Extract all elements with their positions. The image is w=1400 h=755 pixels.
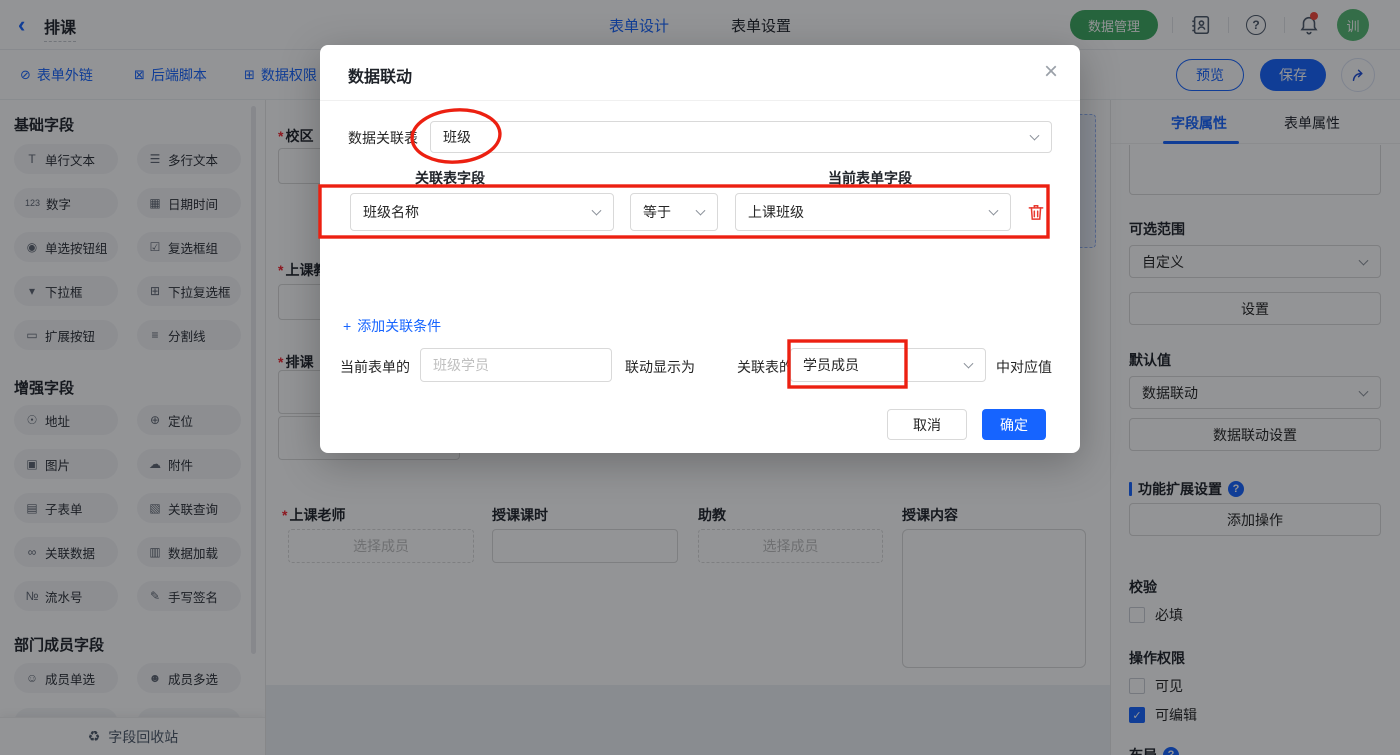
add-condition-link[interactable]: + 添加关联条件: [343, 316, 441, 336]
delete-condition-icon[interactable]: [1026, 202, 1046, 227]
related-table-select[interactable]: 班级: [430, 121, 1052, 153]
cancel-button[interactable]: 取消: [887, 409, 967, 440]
mapping-middle-label: 联动显示为: [625, 359, 695, 375]
chevron-down-icon: [988, 205, 999, 216]
chevron-down-icon: [963, 358, 974, 369]
column-header-related-field: 关联表字段: [415, 170, 485, 186]
modal-title: 数据联动: [348, 69, 413, 86]
chevron-down-icon: [695, 205, 706, 216]
condition-target-select[interactable]: 上课班级: [735, 193, 1011, 231]
condition-field-select[interactable]: 班级名称: [350, 193, 614, 231]
plus-icon: +: [343, 318, 352, 334]
modal-header: 数据联动 ×: [320, 45, 1080, 101]
close-icon[interactable]: ×: [1044, 59, 1058, 85]
column-header-current-field: 当前表单字段: [828, 170, 912, 186]
chevron-down-icon: [1029, 130, 1040, 141]
confirm-button[interactable]: 确定: [982, 409, 1046, 440]
chevron-down-icon: [591, 205, 602, 216]
condition-operator-select[interactable]: 等于: [630, 193, 718, 231]
mapping-prefix-label: 当前表单的: [340, 359, 410, 375]
related-table-label: 数据关联表: [348, 130, 418, 146]
data-linkage-modal: 数据联动 × 数据关联表 班级 关联表字段 当前表单字段 班级名称 等于 上课班…: [320, 45, 1080, 453]
current-field-input[interactable]: 班级学员: [420, 348, 612, 382]
related-field-select[interactable]: 学员成员: [790, 348, 986, 382]
page: ‹ 排课 表单设计 表单设置 数据管理 ? 训 ⊘ 表单外链 ⊠ 后端脚本 ⊞ …: [0, 0, 1400, 755]
mapping-suffix-label: 中对应值: [996, 359, 1052, 375]
mapping-rel-prefix-label: 关联表的: [737, 359, 793, 375]
